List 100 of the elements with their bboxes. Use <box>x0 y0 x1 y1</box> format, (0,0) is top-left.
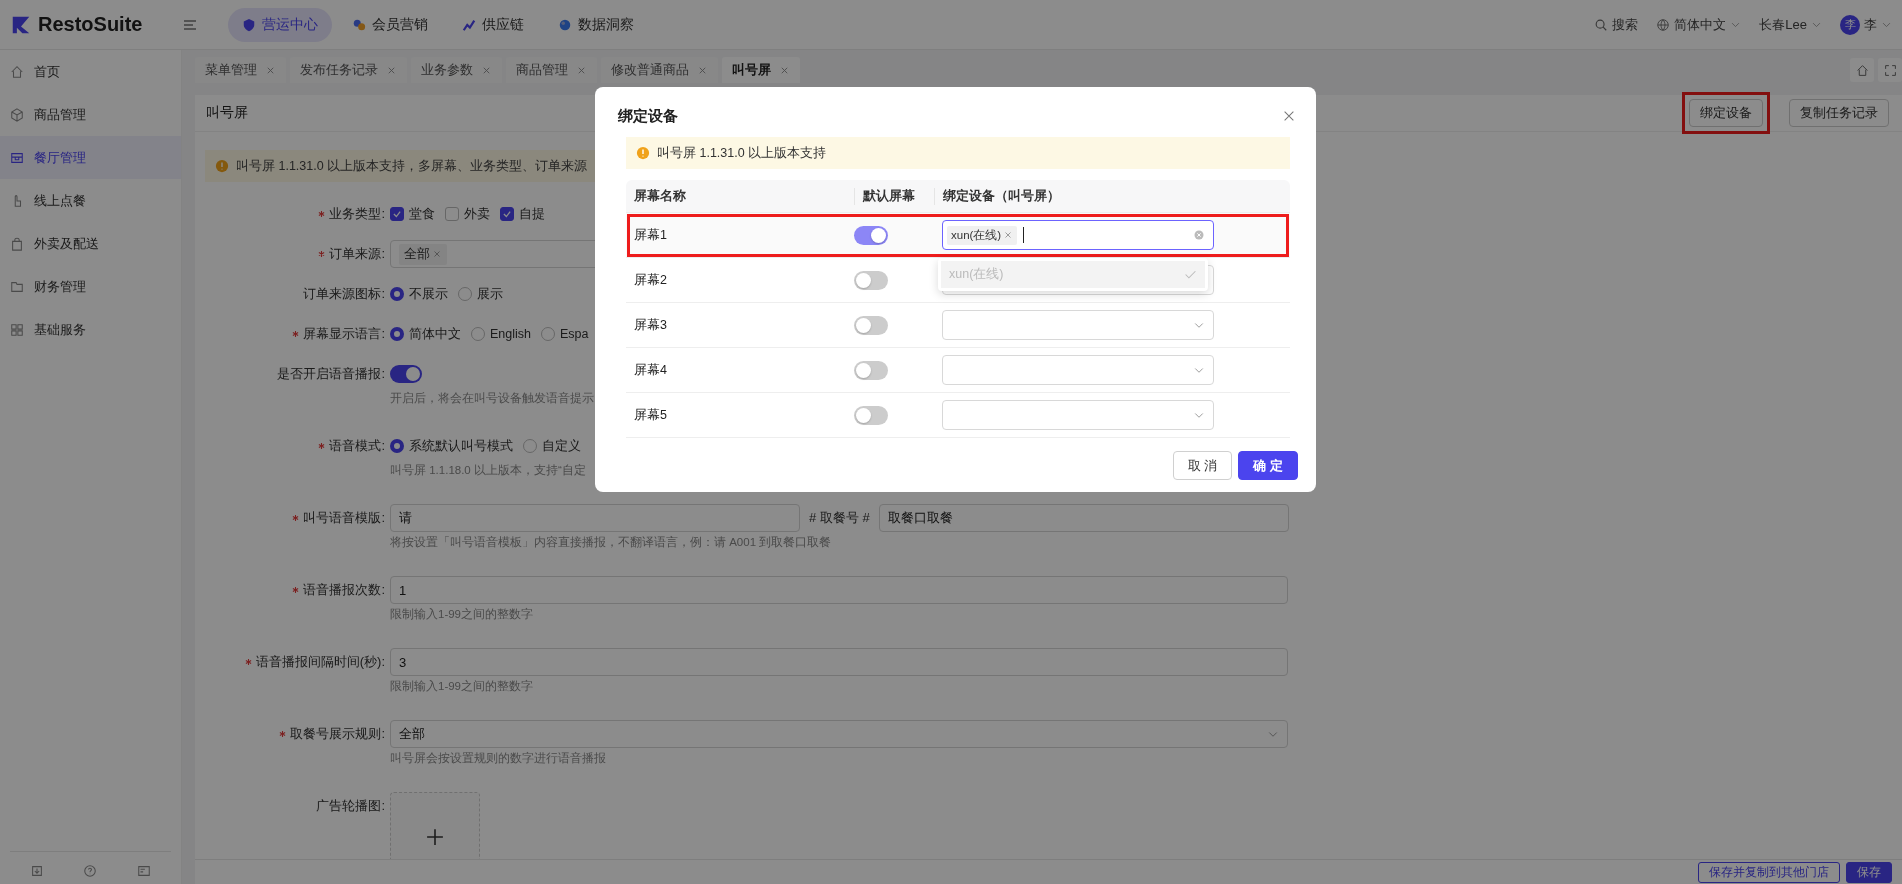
nav-tab[interactable]: 供应链 <box>448 7 539 42</box>
table-cell-text: 屏幕1 <box>634 226 668 244</box>
field-label: 语音模式: <box>329 437 385 455</box>
home-icon <box>10 64 24 79</box>
sidebar-item[interactable]: 餐厅管理 <box>0 136 181 179</box>
field-label: 叫号语音模版: <box>303 509 385 527</box>
nav-tab[interactable]: 数据洞察 <box>544 7 649 42</box>
home-button[interactable] <box>1850 58 1874 82</box>
field-label: # 取餐号 # <box>809 509 870 527</box>
globe-icon <box>558 17 573 32</box>
table-cell-text: 屏幕3 <box>634 316 668 334</box>
input-field[interactable]: 1 <box>390 576 1288 604</box>
sidebar-item[interactable]: 线上点餐 <box>0 179 181 222</box>
avatar[interactable]: 李 <box>1840 14 1860 35</box>
field-hint: 开启后，将会在叫号设备触发语音提示 <box>390 391 594 406</box>
toggle-switch[interactable] <box>390 365 422 383</box>
checkbox[interactable] <box>445 207 459 221</box>
device-select[interactable]: xun(在线) <box>942 220 1214 250</box>
field-label: 语音播报间隔时间(秒): <box>255 653 385 671</box>
toggle-switch[interactable] <box>854 270 888 290</box>
sidebar-item[interactable]: 基础服务 <box>0 308 181 351</box>
radio-button[interactable] <box>541 327 555 341</box>
page-tab[interactable]: 叫号屏 <box>722 57 800 83</box>
input-field[interactable]: 请 <box>390 504 800 532</box>
input-field[interactable]: 3 <box>390 648 1288 676</box>
sidebar-item[interactable]: 首页 <box>0 50 181 93</box>
check-icon <box>392 209 402 219</box>
nav-tab[interactable]: 营运中心 <box>228 7 333 42</box>
checkbox[interactable] <box>390 207 404 221</box>
radio-button[interactable] <box>390 327 404 341</box>
option-label: English <box>490 327 531 341</box>
action-button[interactable]: 绑定设备 <box>1689 99 1763 127</box>
toggle-switch[interactable] <box>854 360 888 380</box>
device-select[interactable] <box>942 355 1214 385</box>
warning-icon <box>215 159 229 173</box>
device-select[interactable] <box>942 400 1214 430</box>
radio-button[interactable] <box>390 439 404 453</box>
table-cell-text: 屏幕2 <box>634 271 668 289</box>
download-icon[interactable] <box>29 864 44 878</box>
dialog-button[interactable]: 取 消 <box>1172 451 1233 480</box>
chart-icon <box>462 17 477 32</box>
sidebar-item[interactable]: 财务管理 <box>0 265 181 308</box>
required-icon <box>292 330 300 338</box>
toggle-switch[interactable] <box>854 405 888 425</box>
remove-icon[interactable] <box>432 249 442 259</box>
dialog-button[interactable]: 确 定 <box>1238 451 1298 480</box>
cube-icon <box>10 107 24 122</box>
update-icon[interactable] <box>137 864 152 878</box>
language-menu[interactable]: 简体中文 <box>1656 15 1742 34</box>
clear-icon[interactable] <box>1193 229 1205 241</box>
toggle-switch[interactable] <box>854 225 888 245</box>
fullscreen-button[interactable] <box>1878 58 1902 82</box>
brand-name: RestoSuite <box>38 13 143 36</box>
nav-tab[interactable]: 会员营销 <box>338 7 443 42</box>
folder-icon <box>10 279 24 294</box>
plus-icon <box>426 828 444 846</box>
check-icon <box>1184 268 1197 281</box>
user-menu[interactable]: 李 <box>1864 15 1892 34</box>
field-label: 广告轮播图: <box>316 797 385 815</box>
notice-text: 叫号屏 1.1.31.0 以上版本支持 <box>657 144 827 162</box>
required-icon <box>279 730 287 738</box>
expand-icon <box>1883 63 1897 77</box>
select-field[interactable]: 全部 <box>390 720 1288 748</box>
upload-box[interactable] <box>390 792 480 859</box>
remove-icon[interactable] <box>1003 230 1014 240</box>
option-label: 展示 <box>477 285 503 303</box>
required-icon <box>318 442 326 450</box>
globe-icon <box>1656 17 1671 32</box>
required-icon <box>318 210 326 218</box>
radio-button[interactable] <box>458 287 472 301</box>
page-title: 叫号屏 <box>206 104 248 122</box>
device-select[interactable] <box>942 310 1214 340</box>
bag-icon <box>10 236 24 251</box>
option-label: 自定义 <box>542 437 581 455</box>
tag: xun(在线) <box>947 225 1018 245</box>
radio-button[interactable] <box>523 439 537 453</box>
required-icon <box>292 586 300 594</box>
footer-button[interactable]: 保存 <box>1846 861 1892 883</box>
sidebar-item[interactable]: 商品管理 <box>0 93 181 136</box>
option-label: 外卖 <box>464 205 490 223</box>
toggle-switch[interactable] <box>854 315 888 335</box>
search-link[interactable]: 搜索 <box>1594 15 1639 34</box>
radio-button[interactable] <box>471 327 485 341</box>
footer-button[interactable]: 保存并复制到其他门店 <box>1698 861 1840 883</box>
check-icon <box>502 209 512 219</box>
radio-button[interactable] <box>390 287 404 301</box>
close-icon[interactable] <box>1282 109 1296 123</box>
checkbox[interactable] <box>500 207 514 221</box>
action-button[interactable]: 复制任务记录 <box>1789 99 1889 127</box>
sidebar-item[interactable]: 外卖及配送 <box>0 222 181 265</box>
field-label: 订单来源: <box>329 245 385 263</box>
store-menu[interactable]: 长春Lee <box>1759 15 1822 34</box>
required-icon <box>292 514 300 522</box>
dialog-title: 绑定设备 <box>618 106 678 126</box>
required-icon <box>244 658 252 666</box>
field-label: 取餐号展示规则: <box>290 725 385 743</box>
home-icon <box>1855 63 1869 77</box>
input-field[interactable]: 取餐口取餐 <box>878 504 1289 532</box>
help-icon[interactable] <box>83 864 98 878</box>
table-cell-text: 屏幕4 <box>634 361 668 379</box>
